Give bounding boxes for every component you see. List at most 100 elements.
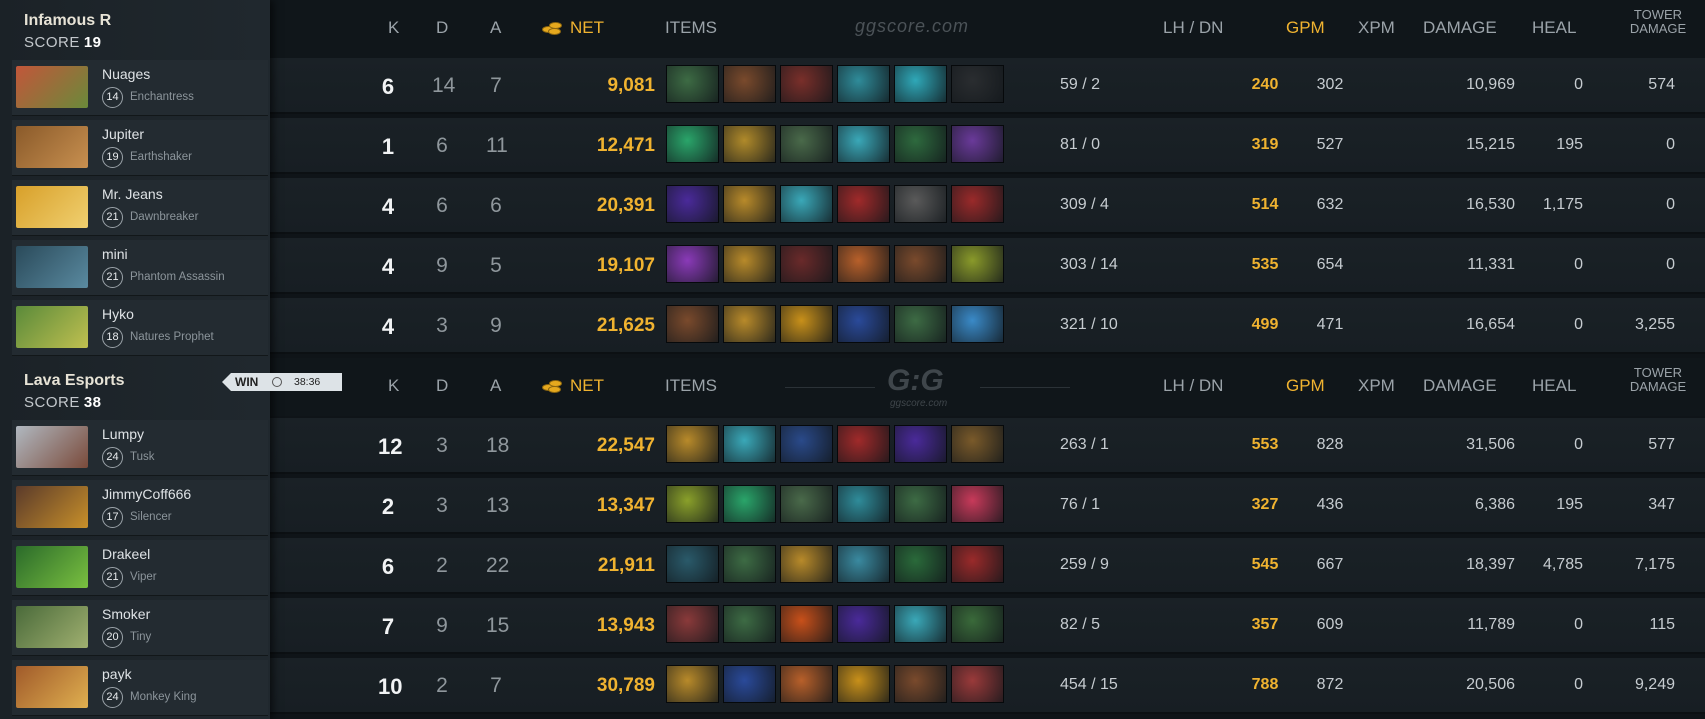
header-tower-damage: TOWER DAMAGE <box>1618 8 1698 36</box>
item-icon[interactable] <box>837 185 890 223</box>
item-icon[interactable] <box>894 125 947 163</box>
tower-damage-value: 0 <box>1666 136 1675 153</box>
item-icon[interactable] <box>723 65 776 103</box>
item-icon[interactable] <box>894 65 947 103</box>
item-icon[interactable] <box>951 65 1004 103</box>
item-icon[interactable] <box>666 245 719 283</box>
item-icon[interactable] <box>723 545 776 583</box>
item-icon[interactable] <box>837 305 890 343</box>
item-icon[interactable] <box>780 305 833 343</box>
player-card[interactable]: Lumpy 24 Tusk <box>12 420 268 476</box>
item-icon[interactable] <box>723 125 776 163</box>
item-icon[interactable] <box>780 665 833 703</box>
player-card[interactable]: Nuages 14 Enchantress <box>12 60 268 116</box>
player-card[interactable]: Mr. Jeans 21 Dawnbreaker <box>12 180 268 236</box>
damage-value: 6,386 <box>1474 496 1515 513</box>
item-icon[interactable] <box>780 185 833 223</box>
item-icon[interactable] <box>951 545 1004 583</box>
item-icon[interactable] <box>951 125 1004 163</box>
item-icon[interactable] <box>780 545 833 583</box>
header-assists: A <box>490 18 502 37</box>
item-icon[interactable] <box>951 305 1004 343</box>
item-icon[interactable] <box>666 65 719 103</box>
item-icon[interactable] <box>894 305 947 343</box>
damage-value: 31,506 <box>1466 436 1515 453</box>
item-icon[interactable] <box>666 185 719 223</box>
player-card[interactable]: Smoker 20 Tiny <box>12 600 268 656</box>
item-icon[interactable] <box>780 425 833 463</box>
player-card[interactable]: Hyko 18 Natures Prophet <box>12 300 268 356</box>
item-icon[interactable] <box>837 485 890 523</box>
player-card[interactable]: JimmyCoff666 17 Silencer <box>12 480 268 536</box>
player-name: JimmyCoff666 <box>102 486 192 502</box>
item-icon[interactable] <box>666 665 719 703</box>
item-icon[interactable] <box>894 665 947 703</box>
team-header: Lava Esports SCORE 38 <box>24 372 124 411</box>
xpm-value: 302 <box>1316 76 1344 93</box>
item-icon[interactable] <box>894 185 947 223</box>
item-icon[interactable] <box>723 185 776 223</box>
damage-value: 18,397 <box>1466 556 1515 573</box>
item-icon[interactable] <box>951 665 1004 703</box>
item-icon[interactable] <box>723 485 776 523</box>
player-card[interactable]: Drakeel 21 Viper <box>12 540 268 596</box>
item-icon[interactable] <box>837 65 890 103</box>
assists: 11 <box>486 134 508 157</box>
table-row: 7 9 15 13,943 82 / 5 357 609 11,789 0 115 <box>270 598 1705 654</box>
last-hits-denies: 259 / 9 <box>1060 556 1109 573</box>
header-kills: K <box>388 18 400 37</box>
tower-damage-value: 577 <box>1648 436 1675 453</box>
item-icon[interactable] <box>894 605 947 643</box>
hero-portrait <box>16 66 88 108</box>
item-icon[interactable] <box>894 545 947 583</box>
item-icon[interactable] <box>780 245 833 283</box>
item-icon[interactable] <box>666 545 719 583</box>
item-icon[interactable] <box>666 305 719 343</box>
item-icon[interactable] <box>666 125 719 163</box>
item-icon[interactable] <box>837 425 890 463</box>
hero-portrait <box>16 126 88 168</box>
tower-damage-value: 347 <box>1648 496 1675 513</box>
item-icon[interactable] <box>723 605 776 643</box>
item-icon[interactable] <box>951 185 1004 223</box>
item-icon[interactable] <box>894 245 947 283</box>
header-items: ITEMS <box>665 18 717 37</box>
kills: 7 <box>381 614 395 639</box>
clock-icon <box>272 377 282 387</box>
item-icon[interactable] <box>780 605 833 643</box>
item-icon[interactable] <box>837 125 890 163</box>
item-icon[interactable] <box>894 425 947 463</box>
team-name: Infamous R <box>24 12 112 29</box>
item-icon[interactable] <box>723 425 776 463</box>
hero-name: Tusk <box>130 451 155 463</box>
watermark: ggscore.com <box>855 16 970 36</box>
tower-damage-value: 0 <box>1666 196 1675 213</box>
damage-value: 10,969 <box>1466 76 1515 93</box>
item-icon[interactable] <box>780 65 833 103</box>
player-card[interactable]: Jupiter 19 Earthshaker <box>12 120 268 176</box>
player-name: Lumpy <box>102 426 145 442</box>
header-kills: K <box>388 376 400 395</box>
item-icon[interactable] <box>837 545 890 583</box>
item-icon[interactable] <box>723 305 776 343</box>
item-icon[interactable] <box>951 485 1004 523</box>
item-icon[interactable] <box>951 425 1004 463</box>
item-icon[interactable] <box>837 665 890 703</box>
damage-value: 11,789 <box>1467 616 1515 633</box>
item-icon[interactable] <box>666 605 719 643</box>
player-card[interactable]: mini 21 Phantom Assassin <box>12 240 268 296</box>
item-icon[interactable] <box>837 605 890 643</box>
item-icon[interactable] <box>780 125 833 163</box>
item-icon[interactable] <box>723 245 776 283</box>
item-icon[interactable] <box>666 425 719 463</box>
header-xpm: XPM <box>1358 18 1395 37</box>
header-lh-dn: LH / DN <box>1163 18 1224 37</box>
item-icon[interactable] <box>894 485 947 523</box>
item-icon[interactable] <box>723 665 776 703</box>
item-icon[interactable] <box>951 245 1004 283</box>
item-icon[interactable] <box>666 485 719 523</box>
item-icon[interactable] <box>837 245 890 283</box>
item-icon[interactable] <box>780 485 833 523</box>
item-icon[interactable] <box>951 605 1004 643</box>
player-card[interactable]: payk 24 Monkey King <box>12 660 268 716</box>
